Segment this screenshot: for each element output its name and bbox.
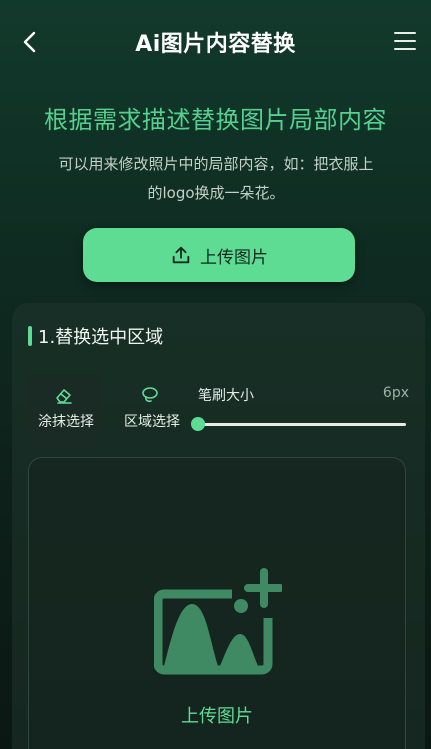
menu-button[interactable]: [393, 29, 417, 53]
hamburger-menu-icon: [394, 32, 416, 34]
upload-icon: [172, 246, 190, 264]
lasso-icon: [142, 387, 158, 403]
hero-headline: 根据需求描述替换图片局部内容: [44, 106, 387, 134]
brush-size-slider-thumb[interactable]: [191, 417, 205, 431]
upload-area-label: 上传图片: [181, 706, 253, 727]
brush-size-slider[interactable]: [198, 423, 406, 426]
brush-size-value: 6px: [382, 385, 409, 401]
tool-smear-select[interactable]: 涂抹选择: [28, 374, 100, 446]
brush-size-label: 笔刷大小: [198, 388, 254, 404]
eraser-icon: [56, 389, 72, 404]
hero-description: 可以用来修改照片中的局部内容，如：把衣服上的logo换成一朵花。: [58, 155, 374, 202]
page-title: Ai图片内容替换: [135, 32, 296, 57]
upload-image-button[interactable]: 上传图片: [83, 228, 355, 282]
add-image-icon: [154, 568, 282, 675]
section-title: 1.替换选中区域: [38, 327, 164, 348]
tool-region-select[interactable]: 区域选择: [114, 374, 186, 446]
section-accent-bar: [28, 326, 32, 346]
replace-region-panel: 1.替换选中区域 涂抹选择 区域选择 笔刷大小 6px 上传图片: [12, 303, 425, 749]
tool-smear-label: 涂抹选择: [38, 414, 94, 430]
upload-button-label: 上传图片: [200, 247, 268, 268]
image-upload-area[interactable]: 上传图片: [28, 457, 406, 749]
tool-region-label: 区域选择: [124, 414, 180, 430]
header-bar: Ai图片内容替换: [0, 0, 431, 82]
section-heading: 1.替换选中区域: [28, 323, 163, 349]
